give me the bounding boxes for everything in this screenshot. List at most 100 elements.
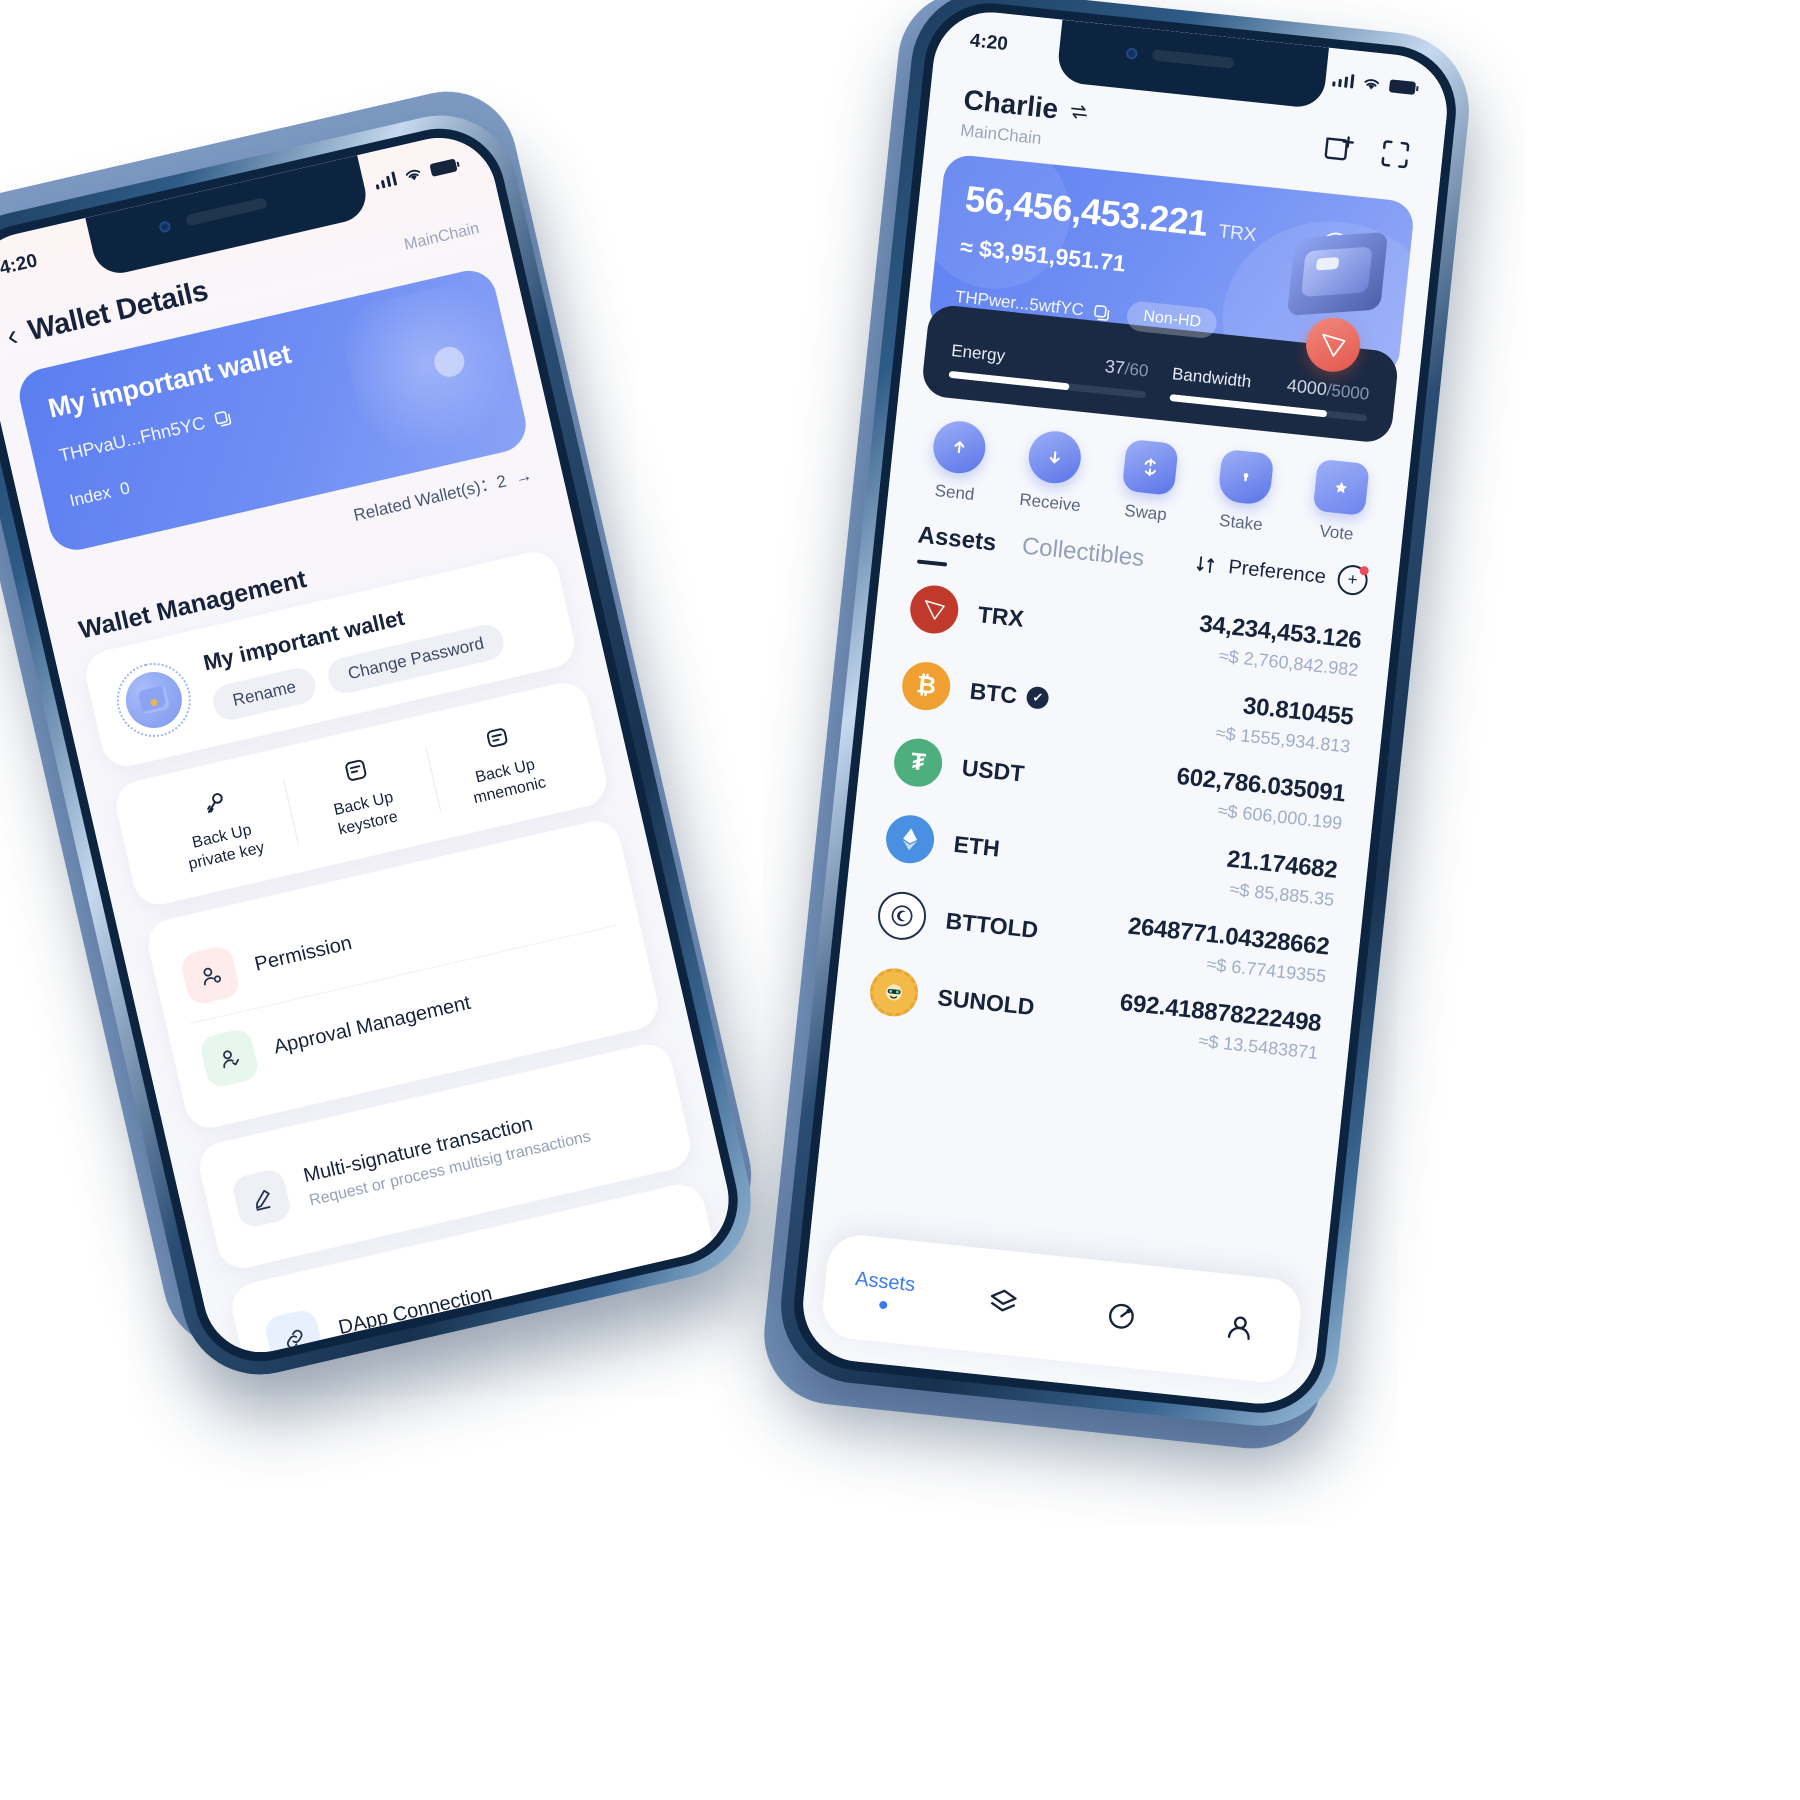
link-icon bbox=[262, 1307, 326, 1364]
active-dot-indicator bbox=[878, 1300, 888, 1310]
arrow-down-icon bbox=[1026, 428, 1084, 486]
sort-arrows-icon bbox=[1196, 556, 1215, 574]
asset-symbol-trx: TRX bbox=[976, 600, 1026, 632]
chevron-left-icon[interactable]: ‹ bbox=[4, 318, 21, 352]
explore-icon bbox=[1108, 1303, 1134, 1329]
rename-button[interactable]: Rename bbox=[209, 664, 320, 724]
asset-symbol-bttold: BTTOLD bbox=[944, 907, 1040, 943]
quick-action-vote[interactable]: Vote bbox=[1288, 457, 1392, 549]
energy-total: 60 bbox=[1128, 359, 1150, 381]
asset-amount-eth: 21.174682 bbox=[1225, 845, 1339, 884]
key-icon bbox=[142, 774, 286, 831]
ethereum-icon bbox=[883, 812, 937, 866]
status-time: 4:20 bbox=[968, 30, 1009, 56]
wallet-avatar-icon[interactable] bbox=[109, 655, 199, 745]
bandwidth-total: 5000 bbox=[1330, 380, 1371, 404]
wallet-home-body: Charlie MainChain 56,456,453.221 TRX ≈ $… bbox=[797, 6, 1453, 1410]
tabbar-label-assets: Assets bbox=[854, 1267, 917, 1297]
profile-icon bbox=[1227, 1316, 1250, 1340]
quick-action-receive[interactable]: Receive bbox=[1001, 426, 1105, 518]
bottom-tab-bar: Assets bbox=[819, 1232, 1304, 1386]
sun-icon bbox=[867, 966, 921, 1019]
bandwidth-used: 4000 bbox=[1285, 375, 1328, 400]
switch-account-icon[interactable] bbox=[1067, 100, 1091, 124]
wifi-icon bbox=[1364, 78, 1380, 90]
speaker-icon bbox=[185, 196, 269, 227]
mnemonic-icon bbox=[426, 709, 570, 766]
wallet-home-screen: 4:20 Charlie MainChain 56,456,453.221 TR… bbox=[797, 6, 1453, 1410]
quick-action-label-send: Send bbox=[933, 480, 976, 505]
card-glow bbox=[336, 268, 532, 467]
add-wallet-icon[interactable] bbox=[1321, 130, 1358, 167]
resource-bandwidth: Bandwidth 4000/5000 bbox=[1169, 363, 1371, 422]
keystore-icon bbox=[284, 742, 428, 799]
balance-symbol: TRX bbox=[1217, 221, 1258, 247]
scene: 4:20 ‹ Wallet Details MainChain My impor… bbox=[0, 0, 1800, 1800]
menu-title-approval-management: Approval Management bbox=[271, 991, 473, 1059]
quick-action-label-receive: Receive bbox=[1018, 489, 1082, 516]
status-time: 4:20 bbox=[0, 250, 40, 280]
quick-action-send[interactable]: Send bbox=[906, 416, 1010, 508]
menu-title-permission: Permission bbox=[252, 931, 354, 976]
backup-mnemonic-button[interactable]: Back Up mnemonic bbox=[423, 705, 583, 818]
index-value: 0 bbox=[118, 478, 132, 499]
delete-wallet-button[interactable]: Delete wallet bbox=[288, 1347, 720, 1364]
verified-badge-icon: ✓ bbox=[1025, 685, 1050, 710]
left-phone-bezel: 4:20 ‹ Wallet Details MainChain My impor… bbox=[0, 115, 751, 1375]
account-name: Charlie bbox=[962, 83, 1060, 125]
menu-title-dapp-connection: DApp Connection bbox=[336, 1281, 495, 1339]
backup-private-key-button[interactable]: Back Up private key bbox=[140, 770, 300, 883]
layers-icon bbox=[990, 1289, 1017, 1312]
bandwidth-label: Bandwidth bbox=[1171, 364, 1253, 392]
ticket-icon bbox=[1312, 458, 1370, 516]
arrow-right-icon: → bbox=[508, 465, 534, 489]
signal-bars-icon bbox=[373, 171, 398, 190]
asset-symbol-eth: ETH bbox=[952, 830, 1002, 862]
asset-symbol-sunold: SUNOLD bbox=[936, 983, 1036, 1020]
tabbar-item-explore[interactable] bbox=[1060, 1292, 1182, 1338]
tabbar-item-profile[interactable] bbox=[1178, 1304, 1300, 1350]
backup-keystore-button[interactable]: Back Up keystore bbox=[281, 737, 441, 850]
wallet-3d-icon bbox=[1286, 230, 1389, 317]
speaker-icon bbox=[1151, 49, 1235, 69]
tron-logo-icon bbox=[907, 583, 961, 636]
wallet-details-screen: 4:20 ‹ Wallet Details MainChain My impor… bbox=[0, 126, 741, 1364]
chain-label: MainChain bbox=[402, 219, 481, 254]
quick-action-stake[interactable]: Stake bbox=[1192, 446, 1296, 538]
index-label: Index bbox=[67, 482, 113, 511]
resource-energy: Energy 37/60 bbox=[948, 340, 1150, 399]
shield-lock-icon bbox=[1217, 448, 1275, 506]
copy-icon[interactable] bbox=[1092, 302, 1113, 323]
pencil-icon bbox=[230, 1167, 293, 1230]
front-camera-icon bbox=[157, 220, 172, 234]
quick-action-label-stake: Stake bbox=[1218, 510, 1264, 535]
asset-symbol-btc: BTC bbox=[968, 677, 1019, 709]
bittorrent-icon bbox=[875, 889, 929, 943]
arrow-up-icon bbox=[930, 418, 988, 476]
wifi-icon bbox=[405, 169, 421, 180]
permission-icon bbox=[179, 944, 242, 1007]
energy-label: Energy bbox=[950, 340, 1007, 366]
asset-list: TRX 34,234,453.126 ≈$ 2,760,842.982 ₿ BT… bbox=[832, 546, 1396, 1081]
copy-icon[interactable] bbox=[212, 407, 235, 430]
wallet-details-body: ‹ Wallet Details MainChain My important … bbox=[0, 126, 741, 1364]
account-switcher[interactable]: Charlie MainChain bbox=[959, 84, 1091, 154]
approval-icon bbox=[198, 1026, 261, 1090]
quick-action-label-swap: Swap bbox=[1123, 500, 1168, 525]
quick-action-swap[interactable]: Swap bbox=[1097, 436, 1201, 528]
scan-qr-icon[interactable] bbox=[1377, 136, 1414, 173]
wallet-address: THPvaU...Fhn5YC bbox=[57, 412, 208, 466]
front-camera-icon bbox=[1125, 47, 1138, 60]
energy-used: 37 bbox=[1103, 356, 1126, 379]
quick-action-label-vote: Vote bbox=[1318, 521, 1355, 544]
tabbar-item-assets[interactable]: Assets bbox=[823, 1265, 945, 1315]
battery-icon bbox=[429, 157, 458, 177]
bitcoin-icon: ₿ bbox=[899, 659, 953, 713]
asset-symbol-usdt: USDT bbox=[960, 753, 1026, 787]
add-token-icon[interactable]: + bbox=[1336, 563, 1370, 597]
tabbar-item-layers[interactable] bbox=[942, 1279, 1064, 1325]
swap-icon bbox=[1121, 438, 1179, 496]
signal-bars-icon bbox=[1331, 72, 1355, 89]
tether-icon: ₮ bbox=[891, 736, 945, 790]
right-phone-device: 4:20 Charlie MainChain 56,456,453.221 TR… bbox=[773, 0, 1477, 1434]
